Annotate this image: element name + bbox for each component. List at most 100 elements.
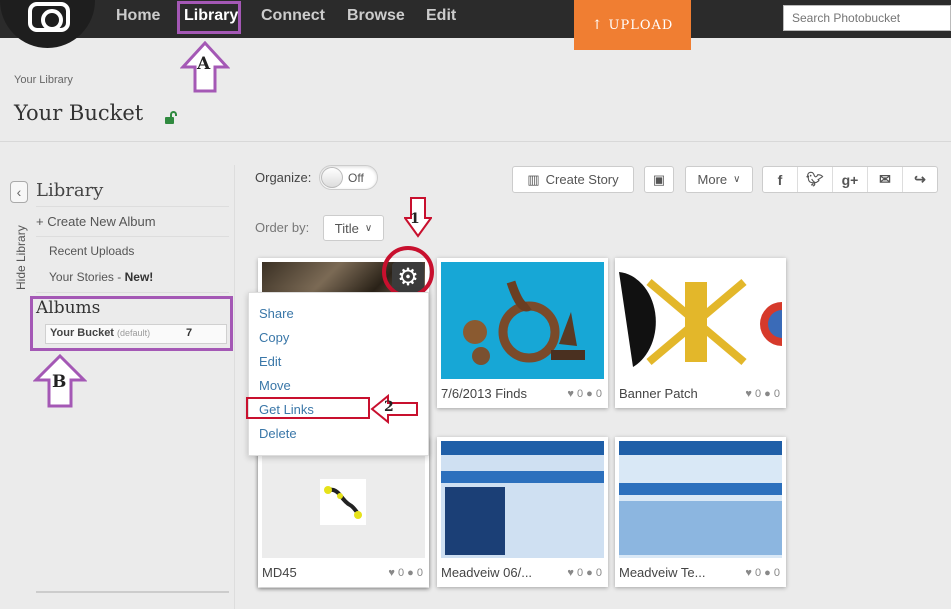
photo-thumbnail[interactable] xyxy=(619,262,782,379)
photo-thumbnail[interactable] xyxy=(441,262,604,379)
collapse-sidebar-button[interactable]: ‹ xyxy=(10,181,28,203)
likes-count: 0 xyxy=(754,567,762,579)
photo-caption[interactable]: Banner Patch xyxy=(619,386,698,401)
banner-patch-image xyxy=(619,272,782,367)
annotation-circle-gear xyxy=(382,246,434,298)
organize-toggle[interactable]: Off xyxy=(319,165,378,190)
search-input[interactable] xyxy=(783,5,951,31)
create-story-button[interactable]: ▥ Create Story xyxy=(512,166,634,193)
photo-stats: ♥ 0 ● 0 xyxy=(567,388,602,400)
photo-caption[interactable]: MD45 xyxy=(262,565,297,580)
annotation-box-library xyxy=(177,1,241,34)
weather-tabs xyxy=(619,483,782,495)
likes-count: 0 xyxy=(754,388,762,400)
order-by-value: Title xyxy=(334,220,359,236)
facebook-icon[interactable]: f xyxy=(763,167,798,192)
photo-caption[interactable]: 7/6/2013 Finds xyxy=(441,386,527,401)
unlock-icon[interactable] xyxy=(164,111,178,124)
nav-connect[interactable]: Connect xyxy=(261,7,325,25)
photo-card[interactable]: Meadveiw 06/... ♥ 0 ● 0 xyxy=(437,437,608,587)
photo-caption[interactable]: Meadveiw Te... xyxy=(619,565,705,580)
metal-detector-icon xyxy=(324,486,362,519)
sidebar-footer-divider xyxy=(36,591,229,593)
album-item-your-bucket[interactable]: Your Bucket (default) 7 xyxy=(45,324,227,344)
share-icon[interactable]: ↪ xyxy=(903,167,937,192)
upload-label: UPLOAD xyxy=(608,17,674,33)
likes-count: 0 xyxy=(576,388,584,400)
share-buttons: f 🐦︎ g+ ✉ ↪ xyxy=(762,166,938,193)
albums-heading: Albums xyxy=(36,298,101,318)
hide-library-label[interactable]: Hide Library xyxy=(14,225,28,290)
chevron-down-icon: ∨ xyxy=(364,222,373,234)
annotation-label-1: 1 xyxy=(410,211,420,227)
more-dropdown[interactable]: More ∨ xyxy=(685,166,753,193)
photo-thumbnail[interactable] xyxy=(619,441,782,558)
sidebar-heading: Library xyxy=(36,180,104,201)
comments-count: 0 xyxy=(595,388,602,400)
photo-thumbnail[interactable] xyxy=(441,441,604,558)
more-label: More xyxy=(697,172,728,187)
google-plus-icon[interactable]: g+ xyxy=(833,167,868,192)
menu-item-delete[interactable]: Delete xyxy=(259,426,297,441)
album-name: Your Bucket xyxy=(50,327,114,339)
photo-stats: ♥ 0 ● 0 xyxy=(745,567,780,579)
likes-count: 0 xyxy=(576,567,584,579)
sidebar-item-recent-uploads[interactable]: Recent Uploads xyxy=(49,244,134,258)
annotation-arrow-2 xyxy=(370,394,418,424)
weather-header xyxy=(619,441,782,455)
comments-count: 0 xyxy=(773,388,780,400)
toggle-knob xyxy=(321,167,343,188)
presentation-icon: ▣ xyxy=(652,171,666,187)
order-by-label: Order by: xyxy=(255,220,310,235)
photo-card[interactable]: MD45 ♥ 0 ● 0 xyxy=(258,437,429,587)
annotation-label-2: 2 xyxy=(384,399,394,415)
photo-thumbnail[interactable] xyxy=(262,441,425,558)
photo-context-menu: Share Copy Edit Move Get Links Delete xyxy=(248,292,429,456)
menu-item-edit[interactable]: Edit xyxy=(259,354,281,369)
md45-image xyxy=(320,479,366,525)
annotation-label-b: B xyxy=(52,372,67,392)
likes-count: 0 xyxy=(397,567,405,579)
weather-header xyxy=(441,441,604,455)
sidebar-divider xyxy=(36,206,229,207)
photo-card[interactable]: 7/6/2013 Finds ♥ 0 ● 0 xyxy=(437,258,608,408)
photo-card[interactable]: Meadveiw Te... ♥ 0 ● 0 xyxy=(615,437,786,587)
album-default-label: (default) xyxy=(117,328,151,338)
create-story-label: Create Story xyxy=(545,172,619,187)
comments-count: 0 xyxy=(773,567,780,579)
weather-forecast xyxy=(619,501,782,555)
header-divider xyxy=(0,141,951,142)
annotation-label-a: A xyxy=(197,54,211,74)
nav-edit[interactable]: Edit xyxy=(426,7,456,25)
camera-icon xyxy=(28,2,70,32)
menu-item-move[interactable]: Move xyxy=(259,378,291,393)
new-badge: New! xyxy=(124,270,154,284)
comments-count: 0 xyxy=(595,567,602,579)
nav-home[interactable]: Home xyxy=(116,7,160,25)
upload-button[interactable]: ↑ UPLOAD xyxy=(574,0,691,50)
your-stories-label: Your Stories xyxy=(49,270,114,284)
comments-count: 0 xyxy=(416,567,423,579)
photobucket-logo[interactable] xyxy=(0,0,95,48)
photo-stats: ♥ 0 ● 0 xyxy=(388,567,423,579)
sidebar-item-your-stories[interactable]: Your Stories - New! xyxy=(49,270,153,284)
breadcrumb[interactable]: Your Library xyxy=(14,74,73,86)
sidebar-divider xyxy=(36,236,229,237)
menu-item-share[interactable]: Share xyxy=(259,306,294,321)
story-icon: ▥ xyxy=(527,171,540,187)
annotation-box-get-links xyxy=(246,397,370,419)
organize-label: Organize: xyxy=(255,170,312,185)
photo-caption[interactable]: Meadveiw 06/... xyxy=(441,565,532,580)
photo-stats: ♥ 0 ● 0 xyxy=(745,388,780,400)
slideshow-button[interactable]: ▣ xyxy=(644,166,674,193)
weather-current xyxy=(445,487,505,555)
weather-tabs xyxy=(441,471,604,483)
photo-card[interactable]: Banner Patch ♥ 0 ● 0 xyxy=(615,258,786,408)
create-album-link[interactable]: + Create New Album xyxy=(36,214,156,229)
nav-browse[interactable]: Browse xyxy=(347,7,405,25)
upload-arrow-icon: ↑ xyxy=(591,17,604,33)
menu-item-copy[interactable]: Copy xyxy=(259,330,289,345)
order-by-dropdown[interactable]: Title ∨ xyxy=(323,215,384,241)
twitter-icon[interactable]: 🐦︎ xyxy=(798,167,833,192)
email-icon[interactable]: ✉ xyxy=(868,167,903,192)
